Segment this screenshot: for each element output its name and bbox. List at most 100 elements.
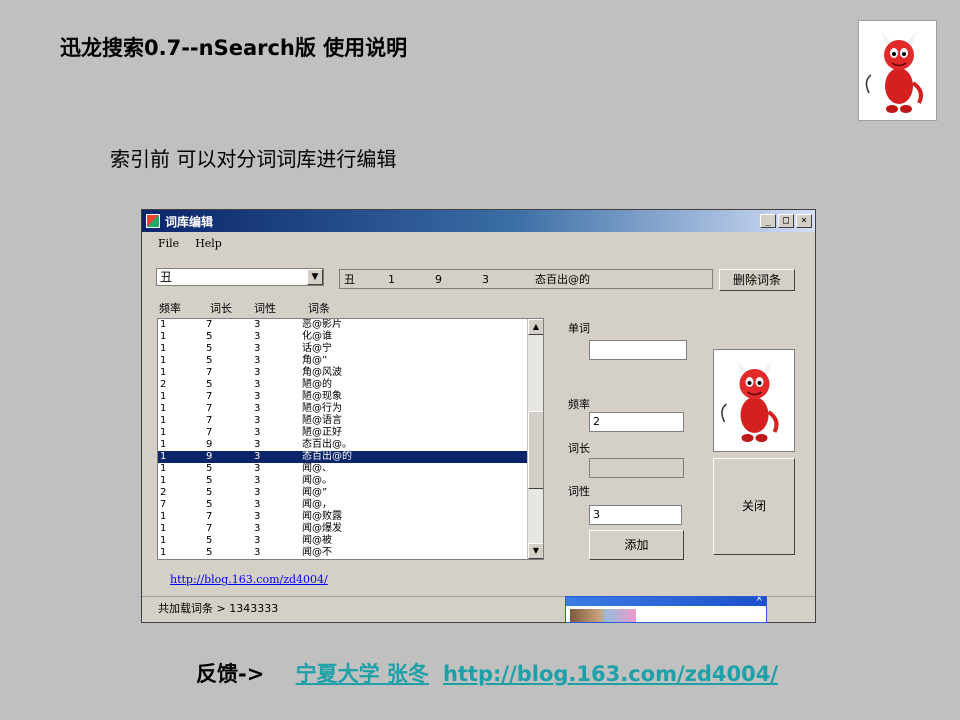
row-pos: 3 bbox=[254, 403, 261, 414]
row-len: 9 bbox=[206, 451, 213, 462]
list-item[interactable]: 1 5 3 角@” bbox=[158, 355, 543, 367]
row-entry: 陋@正好 bbox=[302, 427, 342, 438]
row-pos: 3 bbox=[254, 319, 261, 330]
row-entry: 闻@不 bbox=[302, 547, 332, 558]
list-item[interactable]: 1 7 3 角@风波 bbox=[158, 367, 543, 379]
row-pos: 3 bbox=[254, 535, 261, 546]
list-item[interactable]: 1 5 3 闻@被 bbox=[158, 535, 543, 547]
row-entry: 闻@， bbox=[302, 499, 332, 510]
row-len: 7 bbox=[206, 319, 213, 330]
list-item[interactable]: 1 7 3 恶@影片 bbox=[158, 319, 543, 331]
row-len: 7 bbox=[206, 403, 213, 414]
list-item[interactable]: 1 7 3 闻@爆发 bbox=[158, 523, 543, 535]
row-freq: 1 bbox=[160, 331, 167, 342]
row-len: 7 bbox=[206, 523, 213, 534]
row-len: 5 bbox=[206, 331, 213, 342]
row-entry: 闻@败露 bbox=[302, 511, 342, 522]
menu-file[interactable]: File bbox=[158, 237, 179, 250]
delete-entry-button[interactable]: 删除词条 bbox=[719, 269, 795, 291]
row-entry: 陋@语言 bbox=[302, 415, 342, 426]
word-label: 单词 bbox=[568, 322, 590, 335]
close-window-button[interactable]: × bbox=[796, 214, 812, 228]
list-item[interactable]: 1 5 3 闻@、 bbox=[158, 463, 543, 475]
list-item[interactable]: 1 7 3 陋@现象 bbox=[158, 391, 543, 403]
row-freq: 2 bbox=[160, 379, 167, 390]
row-freq: 1 bbox=[160, 391, 167, 402]
scroll-up-icon[interactable]: ▲ bbox=[528, 319, 543, 335]
list-item[interactable]: 1 5 3 闻@不 bbox=[158, 547, 543, 559]
notification-popup[interactable]: × bbox=[565, 596, 767, 623]
row-entry: 角@风波 bbox=[302, 367, 342, 378]
row-freq: 7 bbox=[160, 499, 167, 510]
detail-word: 丑 bbox=[344, 273, 355, 286]
row-freq: 1 bbox=[160, 451, 167, 462]
row-freq: 1 bbox=[160, 367, 167, 378]
word-field[interactable] bbox=[589, 340, 687, 360]
detail-entry: 态百出@的 bbox=[535, 273, 590, 286]
popup-titlebar: × bbox=[566, 597, 766, 606]
list-item-selected[interactable]: 1 9 3 态百出@的 bbox=[158, 451, 543, 463]
row-pos: 3 bbox=[254, 415, 261, 426]
row-len: 5 bbox=[206, 355, 213, 366]
list-item[interactable]: 1 7 3 闻@败露 bbox=[158, 511, 543, 523]
add-button[interactable]: 添加 bbox=[589, 530, 684, 560]
popup-close-icon[interactable]: × bbox=[755, 597, 763, 604]
row-entry: 陋@的 bbox=[302, 379, 332, 390]
detail-len: 9 bbox=[435, 272, 442, 286]
slide-subtitle: 索引前 可以对分词词库进行编辑 bbox=[110, 147, 397, 171]
list-item[interactable]: 1 7 3 陋@行为 bbox=[158, 403, 543, 415]
feedback-link[interactable]: 宁夏大学 张冬 http://blog.163.com/zd4004/ bbox=[296, 662, 792, 686]
freq-field[interactable]: 2 bbox=[589, 412, 684, 432]
row-pos: 3 bbox=[254, 355, 261, 366]
row-entry: 闻@被 bbox=[302, 535, 332, 546]
row-freq: 1 bbox=[160, 511, 167, 522]
list-item[interactable]: 1 5 3 话@宁 bbox=[158, 343, 543, 355]
chevron-down-icon[interactable]: ▼ bbox=[307, 269, 323, 285]
row-freq: 1 bbox=[160, 547, 167, 558]
feedback-label: 反馈-> bbox=[196, 662, 265, 686]
entry-list[interactable]: 1 7 3 恶@影片 1 5 3 化@谁 1 5 3 话@宁 1 5 3 角@” 1 7 3 角@风波 2 5 3 陋@的 1 7… bbox=[157, 318, 544, 560]
blog-link[interactable]: http://blog.163.com/zd4004/ bbox=[170, 573, 328, 586]
close-button[interactable]: 关闭 bbox=[713, 458, 795, 555]
len-field[interactable] bbox=[589, 458, 684, 478]
row-pos: 3 bbox=[254, 463, 261, 474]
feedback-link-name: 宁夏大学 张冬 bbox=[295, 662, 429, 686]
scroll-thumb[interactable] bbox=[528, 411, 543, 489]
col-header-len: 词长 bbox=[210, 302, 232, 315]
scroll-down-icon[interactable]: ▼ bbox=[528, 543, 543, 559]
app-icon bbox=[146, 214, 160, 228]
detail-freq: 1 bbox=[388, 272, 395, 286]
row-len: 5 bbox=[206, 499, 213, 510]
col-header-freq: 频率 bbox=[159, 302, 181, 315]
list-item[interactable]: 1 7 3 陋@语言 bbox=[158, 415, 543, 427]
freq-label: 频率 bbox=[568, 398, 590, 411]
list-item[interactable]: 1 5 3 化@谁 bbox=[158, 331, 543, 343]
list-item[interactable]: 1 5 3 闻@。 bbox=[158, 475, 543, 487]
len-label: 词长 bbox=[568, 442, 590, 455]
pos-field[interactable]: 3 bbox=[589, 505, 682, 525]
list-scrollbar[interactable]: ▲ ▼ bbox=[527, 319, 543, 559]
bsd-daemon-logo bbox=[858, 20, 937, 121]
list-item[interactable]: 1 7 3 陋@正好 bbox=[158, 427, 543, 439]
list-item[interactable]: 2 5 3 闻@” bbox=[158, 487, 543, 499]
window-titlebar[interactable]: 词库编辑 _ □ × bbox=[142, 210, 815, 232]
row-pos: 3 bbox=[254, 439, 261, 450]
row-entry: 陋@现象 bbox=[302, 391, 342, 402]
row-freq: 1 bbox=[160, 319, 167, 330]
word-dropdown[interactable]: 丑 ▼ bbox=[156, 268, 324, 286]
maximize-button[interactable]: □ bbox=[778, 214, 794, 228]
list-item[interactable]: 2 5 3 陋@的 bbox=[158, 379, 543, 391]
col-header-entry: 词条 bbox=[308, 302, 330, 315]
list-item[interactable]: 1 9 3 态百出@。 bbox=[158, 439, 543, 451]
row-len: 5 bbox=[206, 343, 213, 354]
row-pos: 3 bbox=[254, 331, 261, 342]
feedback-link-url: http://blog.163.com/zd4004/ bbox=[442, 662, 779, 686]
row-entry: 态百出@的 bbox=[302, 451, 352, 462]
minimize-button[interactable]: _ bbox=[760, 214, 776, 228]
list-item[interactable]: 7 5 3 闻@， bbox=[158, 499, 543, 511]
pos-label: 词性 bbox=[568, 485, 590, 498]
row-freq: 1 bbox=[160, 463, 167, 474]
menu-help[interactable]: Help bbox=[195, 237, 222, 250]
row-len: 5 bbox=[206, 535, 213, 546]
row-pos: 3 bbox=[254, 523, 261, 534]
